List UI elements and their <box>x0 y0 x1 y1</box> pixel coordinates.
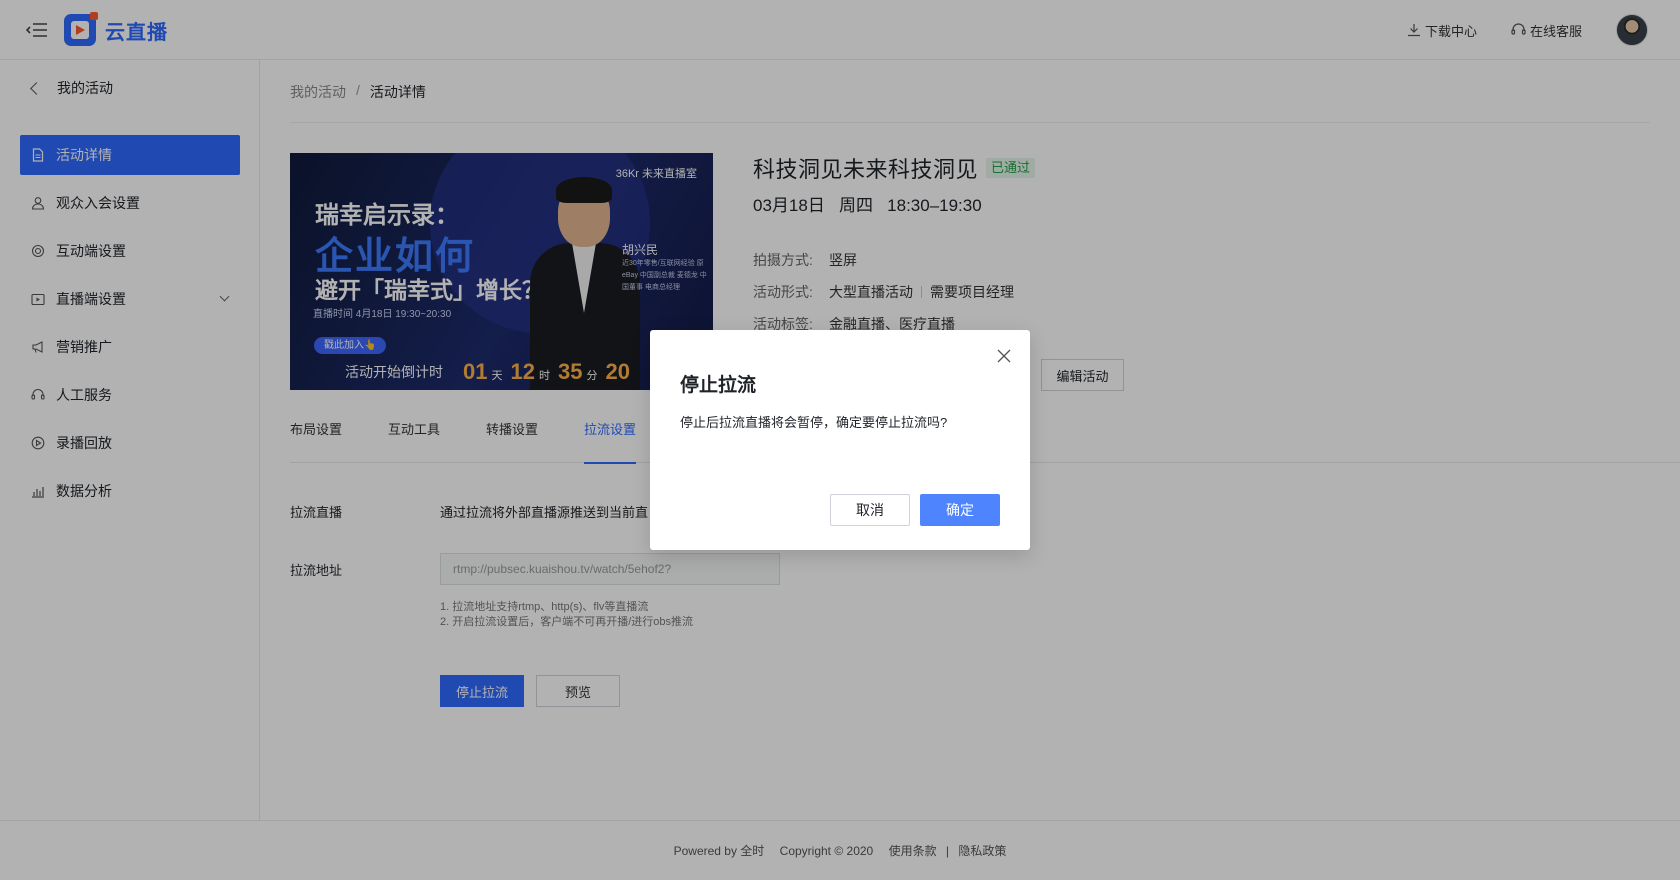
confirm-button[interactable]: 确定 <box>920 494 1000 526</box>
dialog-title: 停止拉流 <box>680 375 757 396</box>
cancel-button[interactable]: 取消 <box>830 494 910 526</box>
dialog-message: 停止后拉流直播将会暂停，确定要停止拉流吗? <box>680 415 948 430</box>
stop-pull-dialog: 停止拉流 停止后拉流直播将会暂停，确定要停止拉流吗? 取消 确定 <box>650 330 1030 550</box>
close-icon[interactable] <box>996 348 1012 364</box>
